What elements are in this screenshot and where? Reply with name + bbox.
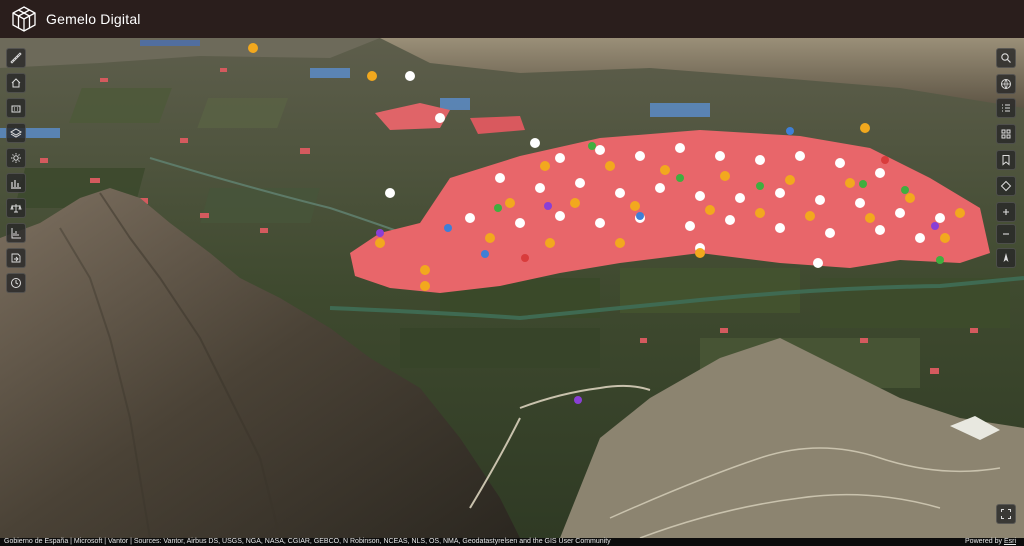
zoom-out-button[interactable]: [996, 224, 1016, 244]
balance-icon: [10, 204, 22, 213]
zoom-in-button[interactable]: [996, 202, 1016, 222]
ruler-tool-button[interactable]: [6, 48, 26, 68]
bar-chart-icon: [11, 180, 21, 189]
home-button[interactable]: [6, 73, 26, 93]
bookmarks-button[interactable]: [996, 150, 1016, 170]
fullscreen-button[interactable]: [996, 504, 1016, 524]
scene-view-3d[interactable]: [0, 38, 1024, 538]
grid-icon: [1001, 129, 1011, 139]
column-chart-icon: [11, 228, 21, 239]
attribution-bar: Gobierno de España | Microsoft | Vantor …: [0, 538, 1024, 546]
export-button[interactable]: [6, 248, 26, 268]
compare-button[interactable]: [6, 198, 26, 218]
daylight-button[interactable]: [6, 148, 26, 168]
search-button[interactable]: [996, 48, 1016, 68]
ruler-icon: [10, 52, 22, 64]
esri-link[interactable]: Esri: [1004, 538, 1016, 545]
statistics-button[interactable]: [6, 173, 26, 193]
layer-list-button[interactable]: [996, 98, 1016, 118]
basemap-gallery-button[interactable]: [996, 124, 1016, 144]
fullscreen-icon: [1001, 509, 1011, 519]
bookmark-icon: [1002, 155, 1010, 166]
zoom-out-icon: [1003, 233, 1009, 235]
globe-icon: [1001, 79, 1011, 90]
sun-icon: [11, 153, 21, 163]
north-arrow-icon: [1003, 253, 1009, 262]
time-button[interactable]: [6, 273, 26, 293]
layers-button[interactable]: [6, 123, 26, 143]
attribution-text: Gobierno de España | Microsoft | Vantor …: [4, 538, 611, 545]
list-icon: [1002, 104, 1010, 112]
logo-cube-icon: [12, 6, 36, 32]
compass-button[interactable]: [996, 248, 1016, 268]
navigation-toggle-button[interactable]: [996, 176, 1016, 196]
analysis-button[interactable]: [6, 223, 26, 243]
home-icon: [11, 78, 21, 88]
layers-icon: [10, 128, 22, 138]
app-title: Gemelo Digital: [46, 11, 141, 27]
powered-by-text: Powered by: [965, 538, 1002, 545]
zoom-in-icon: [1003, 209, 1009, 215]
app-header: Gemelo Digital: [0, 0, 1024, 38]
search-icon: [1001, 53, 1011, 63]
building-icon: [11, 105, 21, 113]
basemap-button[interactable]: [996, 74, 1016, 94]
powered-by: Powered by Esri: [965, 538, 1016, 546]
compass-diamond-icon: [1000, 180, 1012, 192]
map-scene[interactable]: [0, 38, 1024, 538]
clock-icon: [11, 278, 21, 288]
export-icon: [11, 253, 21, 263]
buildings-button[interactable]: [6, 98, 26, 118]
